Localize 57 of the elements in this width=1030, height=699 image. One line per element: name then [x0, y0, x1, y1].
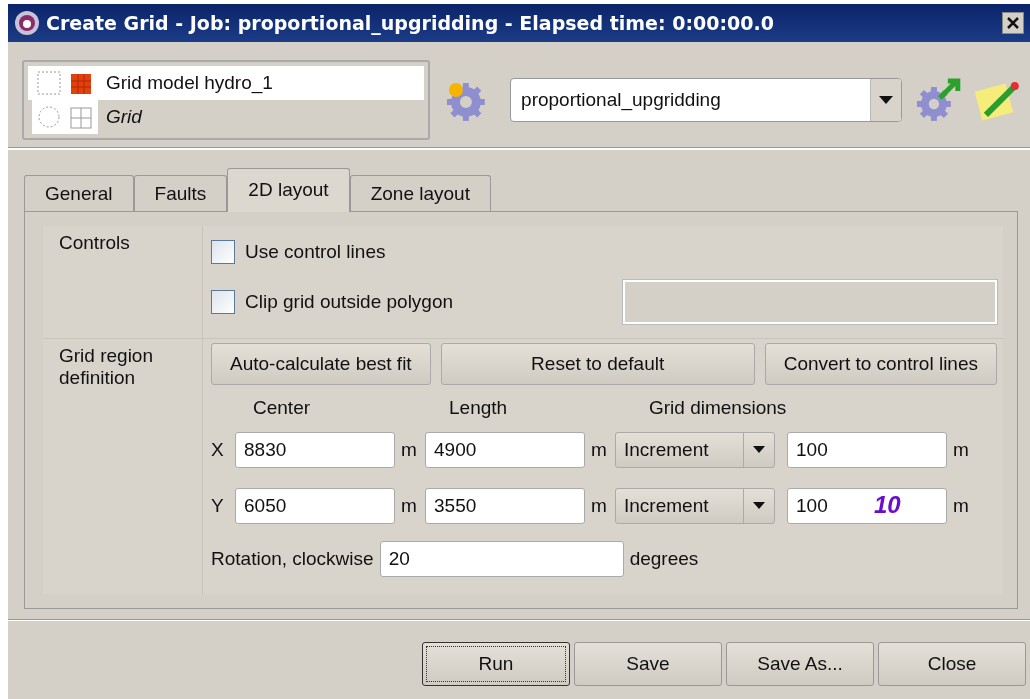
unit-label: m [591, 438, 608, 461]
dimension-field[interactable]: 100 [787, 431, 947, 468]
close-button[interactable] [1002, 12, 1024, 34]
length-field[interactable]: 4900 [425, 431, 585, 468]
center-field[interactable]: 8830 [235, 431, 395, 468]
action-button[interactable]: Convert to control lines [764, 342, 997, 385]
dropdown-value: Increment [623, 494, 710, 517]
tab[interactable]: Faults [133, 175, 228, 211]
dialog-button[interactable]: Close [878, 642, 1026, 686]
caret-icon [753, 446, 765, 453]
mode-dropdown[interactable]: Increment [615, 431, 775, 468]
dimension-field[interactable]: 100 10 [787, 487, 947, 524]
dialog-button[interactable]: Save [574, 642, 722, 686]
annotation: 10 [874, 490, 901, 519]
center-field[interactable]: 6050 [235, 487, 395, 524]
input-label: Grid model hydro_1 [106, 72, 273, 94]
app-icon [14, 10, 40, 36]
rotation-field[interactable]: 20 [379, 540, 624, 577]
axis-label: Y [211, 494, 225, 517]
action-button[interactable]: Auto-calculate best fit [211, 342, 431, 385]
dialog-button[interactable]: Save As... [726, 642, 874, 686]
column-header: Grid dimensions [649, 396, 788, 419]
dialog-button[interactable]: Run [422, 642, 570, 686]
unit-label: m [953, 494, 970, 517]
unit-label: m [591, 494, 608, 517]
tab[interactable]: 2D layout [227, 168, 350, 212]
unit-label: m [401, 494, 418, 517]
unit-label: m [401, 438, 418, 461]
checkbox[interactable]: Use control lines [211, 230, 997, 274]
dropdown-value: proportional_upgridding [520, 89, 722, 111]
caret-icon [753, 502, 765, 509]
cube-icon [68, 104, 94, 130]
close-icon [1006, 16, 1020, 30]
field-value: 100 [796, 494, 828, 517]
axis-label: X [211, 438, 225, 461]
mode-dropdown[interactable]: Increment [615, 487, 775, 524]
column-header: Length [449, 396, 509, 419]
action-button[interactable]: Reset to default [440, 342, 755, 385]
rotation-label: Rotation, clockwise [211, 547, 374, 570]
unit-label: degrees [629, 547, 699, 570]
section-label: Controls [43, 226, 203, 339]
job-dropdown[interactable]: proportional_upgridding [510, 78, 903, 122]
input-label: Grid [106, 106, 142, 128]
input-row[interactable]: Grid model hydro_1 [28, 66, 425, 100]
length-field[interactable]: 3550 [425, 487, 585, 524]
dropdown-value: Increment [623, 438, 710, 461]
input-row[interactable]: Grid [28, 100, 425, 134]
column-header: Center [253, 396, 312, 419]
polygon-field[interactable] [623, 280, 997, 324]
unit-label: m [953, 438, 970, 461]
window-title: Create Grid - Job: proportional_upgridding - Elapsed time: 0:00:00.0 [46, 12, 775, 34]
checkbox[interactable]: Clip grid outside polygon [211, 280, 454, 324]
caret-icon [879, 96, 894, 104]
tab[interactable]: Zone layout [349, 175, 491, 211]
section-label: Grid region definition [43, 338, 203, 594]
tab[interactable]: General [24, 175, 134, 211]
field-value: 100 [796, 438, 828, 461]
